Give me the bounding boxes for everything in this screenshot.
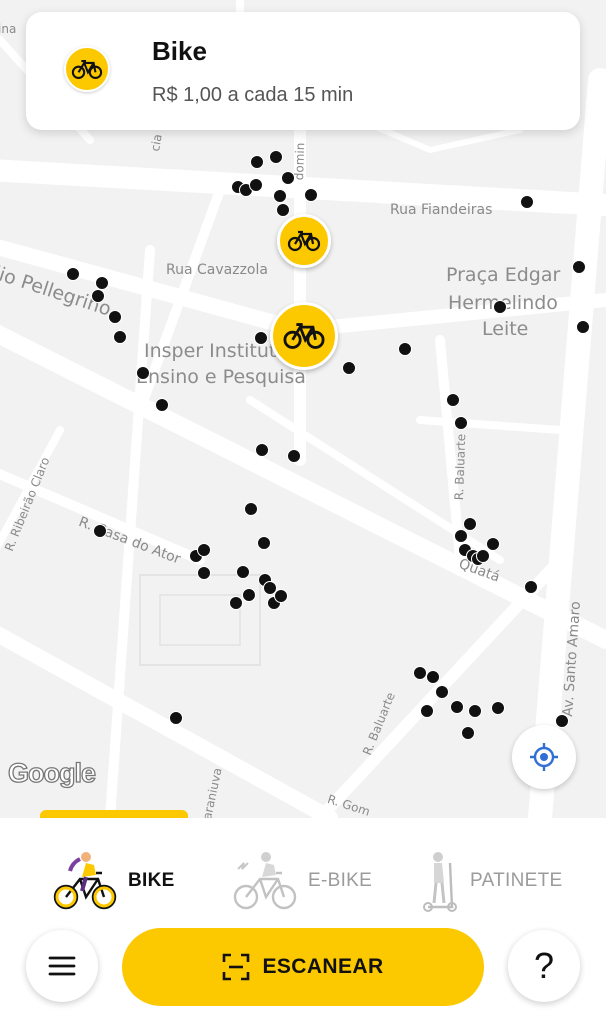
bike-marker[interactable] <box>450 700 464 714</box>
bike-marker[interactable] <box>242 588 256 602</box>
bike-marker[interactable] <box>463 517 477 531</box>
bike-marker[interactable] <box>274 589 288 603</box>
bike-marker[interactable] <box>66 267 80 281</box>
bike-icon <box>287 230 321 252</box>
bike-marker[interactable] <box>555 714 569 728</box>
ebike-rider-icon <box>233 852 297 910</box>
bike-marker[interactable] <box>476 549 490 563</box>
bike-marker[interactable] <box>113 330 127 344</box>
bike-marker[interactable] <box>454 529 468 543</box>
bike-marker[interactable] <box>273 189 287 203</box>
bike-rider-icon <box>53 852 117 910</box>
scan-label: ESCANEAR <box>262 955 384 978</box>
street-label: Rua Cavazzola <box>166 262 268 278</box>
bike-marker[interactable] <box>229 596 243 610</box>
bike-station-pin[interactable] <box>277 214 331 268</box>
bike-marker[interactable] <box>420 704 434 718</box>
bike-marker[interactable] <box>486 537 500 551</box>
bike-marker[interactable] <box>446 393 460 407</box>
bike-marker[interactable] <box>197 566 211 580</box>
tab-patinete[interactable]: PATINETE <box>420 836 562 926</box>
bike-marker[interactable] <box>254 331 268 345</box>
bike-marker[interactable] <box>93 524 107 538</box>
bike-marker[interactable] <box>169 711 183 725</box>
bike-marker[interactable] <box>576 320 590 334</box>
bike-marker[interactable] <box>257 536 271 550</box>
bike-marker[interactable] <box>269 150 283 164</box>
bike-marker[interactable] <box>155 398 169 412</box>
tab-label: BIKE <box>128 870 175 891</box>
vehicle-title: Bike <box>152 36 207 66</box>
vehicle-tabs: BIKE E-BIKE PATINETE <box>0 836 606 926</box>
bike-icon <box>283 323 325 349</box>
place-label: Ensino e Pesquisa <box>136 366 306 388</box>
street-label: ina <box>0 22 17 36</box>
bike-marker[interactable] <box>287 449 301 463</box>
bike-marker[interactable] <box>136 366 150 380</box>
bike-marker[interactable] <box>491 701 505 715</box>
menu-button[interactable] <box>26 930 98 1002</box>
bike-marker[interactable] <box>413 666 427 680</box>
bike-marker[interactable] <box>520 195 534 209</box>
tab-ebike[interactable]: E-BIKE <box>232 836 372 926</box>
place-label: Leite <box>482 318 529 340</box>
bike-marker[interactable] <box>461 726 475 740</box>
street-label: Rua Fiandeiras <box>390 202 493 218</box>
bike-marker[interactable] <box>95 276 109 290</box>
street-label: cia <box>148 132 165 153</box>
scooter-rider-icon <box>423 852 457 912</box>
vehicle-info-card[interactable]: Bike R$ 1,00 a cada 15 min <box>26 12 580 130</box>
bike-marker[interactable] <box>255 443 269 457</box>
bike-marker[interactable] <box>468 704 482 718</box>
menu-icon <box>48 956 76 976</box>
scan-button[interactable]: ESCANEAR <box>122 928 484 1006</box>
bike-marker[interactable] <box>276 203 290 217</box>
google-logo: Google <box>7 757 96 788</box>
scan-icon <box>223 953 250 981</box>
bike-marker[interactable] <box>250 155 264 169</box>
bike-marker[interactable] <box>342 361 356 375</box>
help-button[interactable]: ? <box>508 930 580 1002</box>
bike-icon <box>71 59 103 79</box>
bike-marker[interactable] <box>493 300 507 314</box>
bike-marker[interactable] <box>454 416 468 430</box>
bike-marker[interactable] <box>249 178 263 192</box>
bike-marker[interactable] <box>281 171 295 185</box>
tab-bike[interactable]: BIKE <box>52 836 175 926</box>
tab-label: E-BIKE <box>308 870 373 891</box>
bike-marker[interactable] <box>197 543 211 557</box>
bike-marker[interactable] <box>426 670 440 684</box>
bike-marker[interactable] <box>236 565 250 579</box>
street-label: R. Baluarte <box>452 433 469 501</box>
crosshair-icon <box>530 743 558 771</box>
locate-button[interactable] <box>512 725 576 789</box>
bike-marker[interactable] <box>398 342 412 356</box>
bike-marker[interactable] <box>435 685 449 699</box>
tab-label: PATINETE <box>470 870 563 891</box>
bike-marker[interactable] <box>524 580 538 594</box>
bike-station-pin-selected[interactable] <box>270 302 338 370</box>
place-label: Praça Edgar <box>446 264 561 286</box>
bike-marker[interactable] <box>108 310 122 324</box>
bike-marker[interactable] <box>244 502 258 516</box>
bike-marker[interactable] <box>91 289 105 303</box>
bike-icon-badge <box>64 46 110 92</box>
bike-marker[interactable] <box>572 260 586 274</box>
vehicle-price: R$ 1,00 a cada 15 min <box>152 84 354 106</box>
bike-marker[interactable] <box>304 188 318 202</box>
